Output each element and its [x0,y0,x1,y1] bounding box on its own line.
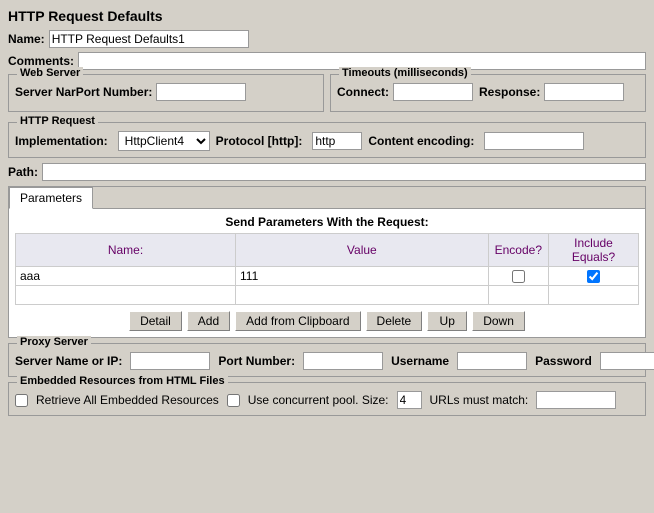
tab-parameters[interactable]: Parameters [9,187,93,209]
proxy-server-group: Proxy Server Server Name or IP: Port Num… [8,343,646,377]
proxy-server-label: Server Name or IP: [15,354,122,368]
web-server-group: Web Server Server NarPort Number: [8,74,324,112]
server-port-label: Server NarPort Number: [15,85,152,99]
urls-must-match-label: URLs must match: [430,393,529,407]
main-panel: HTTP Request Defaults Name: Comments: We… [0,0,654,429]
empty-include [549,286,639,305]
proxy-password-input[interactable] [600,352,654,370]
detail-button[interactable]: Detail [129,311,182,331]
server-port-row: Server NarPort Number: [15,83,317,101]
proxy-username-label: Username [391,354,449,368]
retrieve-label: Retrieve All Embedded Resources [36,393,219,407]
proxy-server-input[interactable] [130,352,210,370]
web-server-title: Web Server [17,67,83,79]
comments-label: Comments: [8,54,74,68]
send-params-title: Send Parameters With the Request: [15,215,639,229]
comments-row: Comments: [8,52,646,70]
response-label: Response: [479,85,540,99]
name-row: Name: [8,30,646,48]
timeouts-title: Timeouts (milliseconds) [339,67,471,79]
tab-header: Parameters [9,187,645,209]
concurrent-label: Use concurrent pool. Size: [248,393,389,407]
implementation-select-wrapper[interactable]: HttpClient4 HttpClient3.1 Java [118,131,210,151]
proxy-username-input[interactable] [457,352,527,370]
param-value-cell: 111 [236,267,489,286]
empty-value [236,286,489,305]
empty-encode [488,286,548,305]
proxy-server-title: Proxy Server [17,336,91,348]
http-options-row: Implementation: HttpClient4 HttpClient3.… [15,131,639,151]
down-button[interactable]: Down [472,311,525,331]
table-row: aaa 111 [16,267,639,286]
up-button[interactable]: Up [427,311,467,331]
add-button[interactable]: Add [187,311,230,331]
tab-container: Parameters Send Parameters With the Requ… [8,186,646,338]
content-encoding-label: Content encoding: [368,134,474,148]
timeouts-row: Connect: Response: [337,83,639,101]
retrieve-checkbox[interactable] [15,394,28,407]
tab-content-parameters: Send Parameters With the Request: Name: … [9,209,645,337]
proxy-port-input[interactable] [303,352,383,370]
path-label: Path: [8,165,38,179]
name-input[interactable] [49,30,249,48]
table-row-empty [16,286,639,305]
proxy-row: Server Name or IP: Port Number: Username… [15,352,639,370]
col-header-include: Include Equals? [549,234,639,267]
connect-label: Connect: [337,85,389,99]
concurrent-pool-checkbox[interactable] [227,394,240,407]
add-from-clipboard-button[interactable]: Add from Clipboard [235,311,360,331]
include-equals-checkbox[interactable] [587,270,600,283]
param-include-cell [549,267,639,286]
concurrent-size-input[interactable] [397,391,422,409]
empty-name [16,286,236,305]
encode-checkbox[interactable] [512,270,525,283]
param-name-cell: aaa [16,267,236,286]
http-request-title: HTTP Request [17,115,98,127]
timeouts-group: Timeouts (milliseconds) Connect: Respons… [330,74,646,112]
params-table: Name: Value Encode? Include Equals? aaa … [15,233,639,305]
embedded-row: Retrieve All Embedded Resources Use conc… [15,391,639,409]
implementation-label: Implementation: [15,134,108,148]
proxy-password-label: Password [535,354,592,368]
embedded-resources-group: Embedded Resources from HTML Files Retri… [8,382,646,416]
protocol-label: Protocol [http]: [216,134,303,148]
params-buttons: Detail Add Add from Clipboard Delete Up … [15,311,639,331]
proxy-port-label: Port Number: [218,354,295,368]
col-header-name: Name: [16,234,236,267]
col-header-encode: Encode? [488,234,548,267]
server-timeouts-row: Web Server Server NarPort Number: Timeou… [8,74,646,117]
path-input[interactable] [42,163,646,181]
http-request-group: HTTP Request Implementation: HttpClient4… [8,122,646,158]
protocol-input[interactable] [312,132,362,150]
server-port-input[interactable] [156,83,246,101]
implementation-select[interactable]: HttpClient4 HttpClient3.1 Java [119,132,209,150]
response-input[interactable] [544,83,624,101]
content-encoding-input[interactable] [484,132,584,150]
name-label: Name: [8,32,45,46]
page-title: HTTP Request Defaults [8,8,646,24]
urls-must-match-input[interactable] [536,391,616,409]
embedded-resources-title: Embedded Resources from HTML Files [17,375,228,387]
connect-input[interactable] [393,83,473,101]
param-encode-cell [488,267,548,286]
delete-button[interactable]: Delete [366,311,423,331]
col-header-value: Value [236,234,489,267]
path-row: Path: [8,163,646,181]
